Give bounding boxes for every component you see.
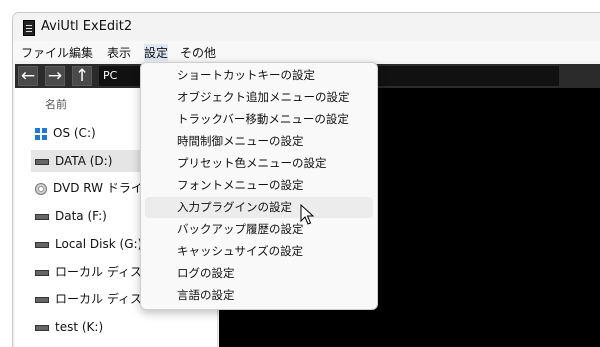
drive-icon (35, 213, 49, 220)
film-app-icon (23, 20, 35, 36)
menu-item-time-control-menu-settings[interactable]: 時間制御メニューの設定 (145, 131, 373, 152)
menu-settings[interactable]: 設定 (144, 44, 169, 61)
drive-icon (35, 158, 49, 165)
column-header-name[interactable]: 名前 (45, 96, 67, 112)
menu-item-cache-size-settings[interactable]: キャッシュサイズの設定 (145, 241, 373, 262)
forward-arrow-icon[interactable]: → (45, 66, 65, 86)
back-arrow-icon[interactable]: ← (18, 66, 38, 86)
settings-dropdown-menu: ショートカットキーの設定 オブジェクト追加メニューの設定 トラックバー移動メニュ… (140, 62, 378, 310)
mouse-pointer-icon (300, 204, 314, 225)
menu-item-font-menu-settings[interactable]: フォントメニューの設定 (145, 175, 373, 196)
menu-item-log-settings[interactable]: ログの設定 (145, 263, 373, 284)
windows-drive-icon (35, 127, 47, 140)
drive-label: Data (F:) (55, 209, 107, 223)
drive-label: DATA (D:) (55, 154, 113, 168)
menu-item-backup-history-settings[interactable]: バックアップ履歴の設定 (145, 219, 373, 240)
drive-icon (35, 241, 49, 248)
menu-item-language-settings[interactable]: 言語の設定 (145, 285, 373, 306)
drive-icon (35, 296, 49, 303)
menu-item-shortcut-key-settings[interactable]: ショートカットキーの設定 (145, 65, 373, 86)
menu-item-preset-color-menu-settings[interactable]: プリセット色メニューの設定 (145, 153, 373, 174)
menu-item-object-add-menu-settings[interactable]: オブジェクト追加メニューの設定 (145, 87, 373, 108)
drive-label: test (K:) (55, 320, 104, 334)
drive-icon (35, 324, 49, 331)
menu-other[interactable]: その他 (180, 44, 216, 61)
drive-label: Local Disk (G:) (55, 237, 143, 251)
menu-file[interactable]: ファイル (21, 44, 69, 61)
drive-icon (35, 269, 49, 276)
title-bar[interactable]: AviUtl ExEdit2 (13, 13, 600, 41)
menu-view[interactable]: 表示 (107, 44, 131, 61)
menu-item-input-plugin-settings[interactable]: 入力プラグインの設定 (145, 197, 373, 218)
window-title: AviUtl ExEdit2 (41, 19, 133, 34)
menu-edit[interactable]: 編集 (69, 44, 93, 61)
up-arrow-icon[interactable]: ↑ (72, 66, 92, 86)
menu-item-trackbar-move-menu-settings[interactable]: トラックバー移動メニューの設定 (145, 109, 373, 130)
drive-label: OS (C:) (53, 126, 96, 140)
menu-bar: ファイル 編集 表示 設定 その他 (13, 41, 600, 61)
drive-item-k[interactable]: test (K:) (31, 316, 215, 338)
optical-drive-icon (35, 182, 47, 195)
